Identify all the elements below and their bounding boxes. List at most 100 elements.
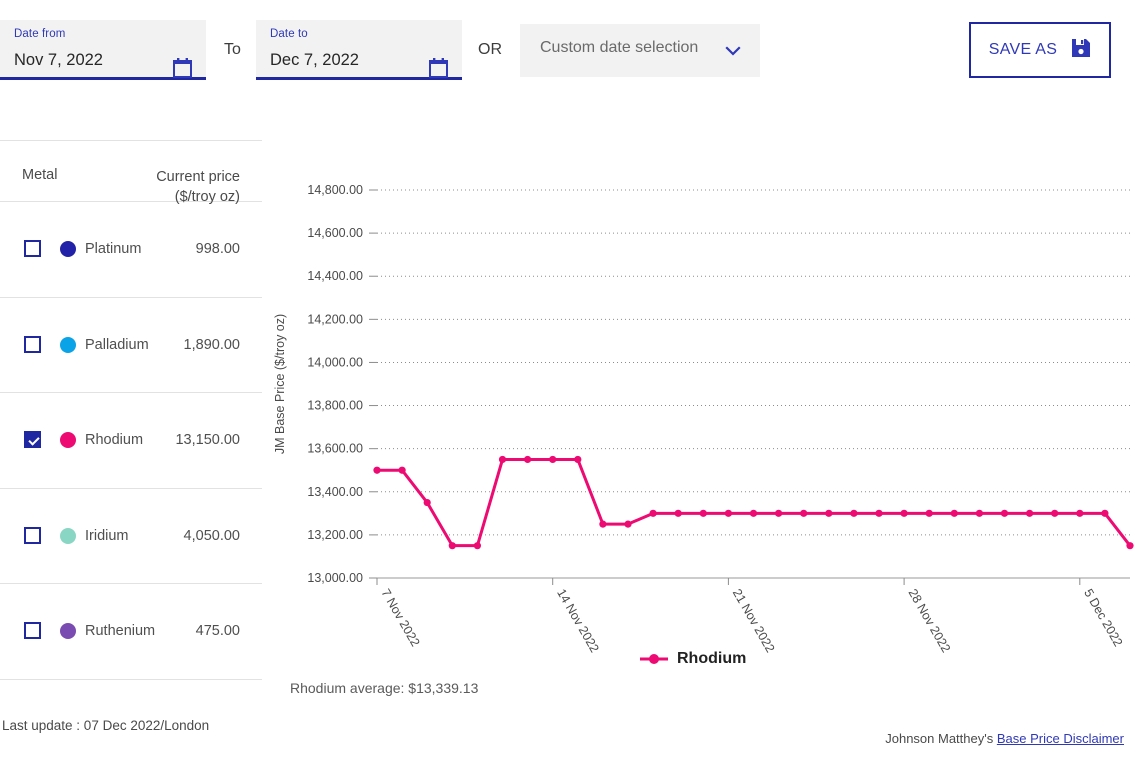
series-point[interactable]: [1026, 509, 1034, 517]
metal-checkbox[interactable]: [24, 335, 41, 353]
series-point[interactable]: [524, 455, 532, 464]
chart-legend: Rhodium: [640, 650, 746, 668]
disclaimer-footer: Johnson Matthey's Base Price Disclaimer: [885, 731, 1124, 746]
series-point[interactable]: [473, 542, 481, 550]
x-tick-label: 28 Nov 2022: [906, 587, 954, 655]
series-point[interactable]: [800, 509, 808, 517]
metal-checkbox[interactable]: [24, 431, 41, 449]
series-point[interactable]: [498, 455, 507, 464]
date-from-value: Nov 7, 2022: [14, 51, 103, 69]
series-point[interactable]: [975, 509, 984, 517]
date-from-label: Date from: [14, 28, 66, 40]
column-header-metal: Metal: [22, 167, 58, 183]
metal-row[interactable]: Palladium 1,890.00: [0, 298, 262, 393]
y-tick-label: 13,000.00: [307, 571, 363, 585]
metal-price: 475.00: [195, 623, 240, 640]
calendar-icon[interactable]: [173, 58, 192, 78]
custom-date-selection-value: Custom date selection: [540, 39, 699, 56]
series-point[interactable]: [1000, 509, 1009, 517]
date-to-value: Dec 7, 2022: [270, 51, 359, 69]
price-chart-page: Date from Nov 7, 2022 To Date to Dec 7, …: [0, 0, 1144, 766]
series-point[interactable]: [1126, 542, 1134, 550]
metal-checkbox[interactable]: [24, 526, 41, 544]
series-point[interactable]: [624, 520, 632, 528]
metal-name: Platinum: [85, 241, 142, 258]
price-line-chart: 14,800.00 14,600.00 14,400.00 14,200.00 14,0…: [262, 140, 1144, 700]
metal-row[interactable]: Platinum 998.00: [0, 202, 262, 298]
x-tick-label: 14 Nov 2022: [554, 587, 602, 655]
series-point[interactable]: [900, 509, 908, 517]
date-from-field[interactable]: Date from Nov 7, 2022: [0, 20, 206, 80]
y-tick-label: 13,600.00: [307, 442, 363, 456]
x-tick-label: 7 Nov 2022: [378, 587, 422, 649]
column-header-current-price: Current price ($/troy oz): [156, 167, 240, 207]
average-price-text: Rhodium average: $13,339.13: [290, 680, 479, 696]
metal-row[interactable]: Rhodium 13,150.00: [0, 393, 262, 489]
series-point[interactable]: [423, 498, 431, 507]
metal-price: 1,890.00: [183, 336, 240, 353]
legend-label-rhodium: Rhodium: [677, 650, 747, 667]
metal-color-dot: [60, 336, 76, 353]
metal-color-dot: [60, 432, 76, 449]
series-point[interactable]: [373, 466, 381, 474]
series-point[interactable]: [1101, 509, 1109, 517]
save-as-label: SAVE AS: [988, 41, 1058, 58]
metal-row[interactable]: Ruthenium 475.00: [0, 584, 262, 680]
column-header-price-line1: Current price: [156, 169, 240, 185]
y-tick-label: 14,400.00: [307, 269, 363, 283]
legend-marker-icon: [640, 654, 668, 664]
calendar-icon[interactable]: [429, 58, 448, 78]
last-update-text: Last update : 07 Dec 2022/London: [2, 718, 210, 733]
series-point[interactable]: [825, 509, 833, 517]
metal-table-header: Metal Current price ($/troy oz): [0, 140, 262, 205]
base-price-disclaimer-link[interactable]: Base Price Disclaimer: [997, 731, 1124, 746]
series-point[interactable]: [850, 509, 858, 517]
series-point[interactable]: [398, 466, 406, 474]
series-point[interactable]: [649, 509, 657, 517]
x-tick-label: 5 Dec 2022: [1081, 587, 1125, 649]
series-point[interactable]: [1051, 509, 1059, 517]
metal-price: 998.00: [195, 241, 240, 258]
series-line-rhodium: [375, 457, 1132, 548]
save-as-button[interactable]: SAVE AS: [969, 22, 1111, 78]
metal-checkbox[interactable]: [24, 240, 41, 258]
metal-name: Ruthenium: [85, 623, 156, 640]
metal-color-dot: [60, 623, 76, 640]
date-to-field[interactable]: Date to Dec 7, 2022: [256, 20, 462, 80]
y-tick-label: 14,200.00: [307, 312, 363, 326]
series-point[interactable]: [775, 509, 783, 517]
metal-name: Rhodium: [85, 432, 144, 449]
metal-color-dot: [60, 527, 76, 544]
y-axis-title: JM Base Price ($/troy oz): [273, 314, 287, 454]
series-point[interactable]: [724, 509, 732, 517]
metal-name: Iridium: [85, 527, 129, 544]
series-point[interactable]: [699, 509, 707, 517]
series-point[interactable]: [599, 520, 607, 528]
date-to-label: Date to: [270, 28, 308, 40]
metal-price: 13,150.00: [175, 432, 240, 449]
x-tick-label: 21 Nov 2022: [730, 587, 778, 655]
series-point[interactable]: [1076, 509, 1084, 517]
to-separator-label: To: [224, 41, 241, 58]
chevron-down-icon[interactable]: [724, 42, 742, 60]
series-point[interactable]: [574, 455, 582, 464]
custom-date-selection-dropdown[interactable]: Custom date selection: [520, 24, 760, 77]
y-tick-label: 13,200.00: [307, 528, 363, 542]
series-point[interactable]: [549, 455, 557, 464]
y-tick-label: 14,600.00: [307, 226, 363, 240]
metal-color-dot: [60, 241, 76, 258]
metal-checkbox[interactable]: [24, 622, 41, 640]
series-point[interactable]: [925, 509, 933, 517]
metal-row[interactable]: Iridium 4,050.00: [0, 489, 262, 584]
series-point[interactable]: [448, 542, 456, 550]
y-tick-label: 13,400.00: [307, 485, 363, 499]
save-disk-icon: [1071, 38, 1091, 63]
series-point[interactable]: [749, 509, 758, 517]
chart-canvas: 14,800.00 14,600.00 14,400.00 14,200.00 14,0…: [273, 183, 1134, 655]
y-tick-label: 14,000.00: [307, 355, 363, 369]
series-point[interactable]: [950, 509, 958, 517]
series-point[interactable]: [875, 509, 883, 517]
series-point[interactable]: [674, 509, 682, 517]
metal-price: 4,050.00: [183, 527, 240, 544]
or-separator-label: OR: [478, 41, 502, 58]
